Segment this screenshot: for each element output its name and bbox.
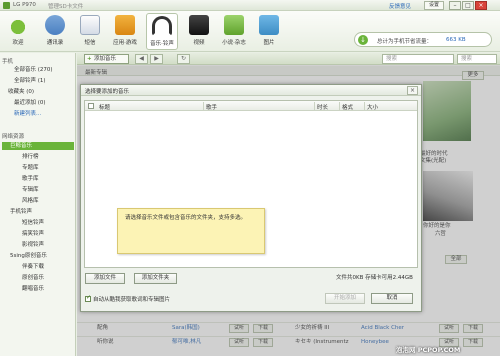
auto-lyrics-checkbox[interactable] <box>85 294 91 302</box>
app-logo-icon <box>3 2 10 9</box>
download-arrow-icon: ↓ <box>358 35 368 45</box>
traffic-value: 663 KB <box>446 37 466 43</box>
settings-button[interactable]: 设置 <box>424 1 444 10</box>
tab-welcome[interactable]: 欢迎 <box>4 13 32 50</box>
column-duration[interactable]: 时长 <box>317 103 328 111</box>
sidebar-section-online: 网络资源 <box>2 134 25 140</box>
picture-icon <box>259 15 279 35</box>
sms-icon <box>80 15 100 35</box>
tab-music[interactable]: 音乐·铃声 <box>146 13 178 50</box>
tab-apps[interactable]: 应用·游戏 <box>111 13 139 50</box>
window-subtitle-link[interactable]: 管理SD卡文件 <box>48 2 83 10</box>
column-size[interactable]: 大小 <box>367 103 378 111</box>
secondary-search-input[interactable]: 搜索 <box>457 54 497 64</box>
sidebar-item-charts[interactable]: 排行榜 <box>2 153 74 161</box>
column-title[interactable]: 标题 <box>99 103 110 111</box>
search-input[interactable]: 搜索 <box>382 54 454 64</box>
sidebar-item-5sing[interactable]: 5sing原创音乐 <box>2 252 74 260</box>
tab-label: 小说·杂志 <box>222 40 246 46</box>
storage-info: 文件共0KB 存储卡可用2.44GB <box>336 275 413 281</box>
plus-icon: + <box>87 56 92 62</box>
feedback-link[interactable]: 反馈意见 <box>389 2 411 10</box>
add-music-dialog: 选择要添加的音乐 × 标题 歌手 时长 格式 大小 添加文件 添加文件夹 文件共… <box>80 84 422 312</box>
add-folder-button[interactable]: 添加文件夹 <box>134 273 177 284</box>
sidebar-section-phone: 手机 <box>2 59 14 65</box>
dialog-title-bar: 选择要添加的音乐 × <box>81 85 421 96</box>
sidebar-item-sms-ringtones[interactable]: 短信铃声 <box>2 219 74 227</box>
video-icon <box>189 15 209 35</box>
start-add-button[interactable]: 开始添加 <box>325 293 365 304</box>
column-divider <box>339 102 340 110</box>
sidebar-item-recent[interactable]: 最近添加 (0) <box>2 99 74 107</box>
column-divider <box>314 102 315 110</box>
contacts-icon <box>45 15 65 35</box>
forward-button[interactable]: ▶ <box>150 54 163 64</box>
sidebar-item-original[interactable]: 原创音乐 <box>2 274 74 282</box>
sidebar-item-accompaniment[interactable]: 伴奏下载 <box>2 263 74 271</box>
tab-sms[interactable]: 短信 <box>76 13 104 50</box>
auto-lyrics-option[interactable]: 自动从酷我获取歌词和专辑图片 <box>85 294 171 303</box>
tab-label: 短信 <box>84 40 96 46</box>
sidebar-item-styles[interactable]: 风格库 <box>2 197 74 205</box>
watermark: 泡泡网 PCPOP.COM <box>396 346 461 354</box>
tab-label: 音乐·铃声 <box>150 41 174 47</box>
close-button[interactable]: × <box>475 1 487 10</box>
tab-label: 视频 <box>193 40 205 46</box>
sidebar-item-favorites[interactable]: 收藏夹 (0) <box>2 88 74 96</box>
auto-lyrics-label: 自动从酷我获取歌词和专辑图片 <box>93 297 171 303</box>
select-all-checkbox[interactable] <box>88 103 94 109</box>
sidebar-item-new-list[interactable]: 新建列表... <box>2 110 74 118</box>
cancel-button[interactable]: 取消 <box>371 293 413 304</box>
minimize-button[interactable]: – <box>449 1 461 10</box>
traffic-label: 总计为手机节省流量： <box>377 39 433 45</box>
maximize-button[interactable]: □ <box>462 1 474 10</box>
sidebar-item-funny-ringtones[interactable]: 搞笑铃声 <box>2 230 74 238</box>
tab-video[interactable]: 视频 <box>185 13 213 50</box>
column-format[interactable]: 格式 <box>342 103 353 111</box>
sidebar-item-singers[interactable]: 歌手库 <box>2 175 74 183</box>
apps-bag-icon <box>115 15 135 35</box>
sidebar-item-albums[interactable]: 专辑库 <box>2 186 74 194</box>
title-bar: LG P970 管理SD卡文件 反馈意见 设置 – □ × <box>0 0 500 11</box>
tab-label: 图片 <box>263 40 275 46</box>
sidebar-item-juujing[interactable]: 巨鲸音乐 <box>2 142 74 150</box>
main-toolbar: 欢迎 通讯录 短信 应用·游戏 音乐·铃声 视频 小说·杂志 图片 ↓ 总计为手… <box>0 11 500 52</box>
headphones-icon <box>152 16 172 36</box>
home-icon <box>8 15 28 35</box>
column-artist[interactable]: 歌手 <box>206 103 217 111</box>
sidebar-item-movie-ringtones[interactable]: 影视铃声 <box>2 241 74 249</box>
tab-novel[interactable]: 小说·杂志 <box>220 13 248 50</box>
dialog-title: 选择要添加的音乐 <box>85 89 130 95</box>
tab-label: 应用·游戏 <box>113 40 137 46</box>
sidebar-item-all-music[interactable]: 全部音乐 (270) <box>2 66 74 74</box>
add-music-label: 添加音乐 <box>94 56 117 62</box>
add-file-button[interactable]: 添加文件 <box>85 273 125 284</box>
file-list-header: 标题 歌手 时长 格式 大小 <box>85 101 417 111</box>
sidebar-item-covers[interactable]: 翻唱音乐 <box>2 285 74 293</box>
dialog-close-button[interactable]: × <box>407 86 418 95</box>
sidebar: 手机 全部音乐 (270) 全部铃声 (1) 收藏夹 (0) 最近添加 (0) … <box>0 53 76 356</box>
traffic-savings-panel: ↓ 总计为手机节省流量： 663 KB <box>354 32 492 47</box>
sidebar-item-topics[interactable]: 专题库 <box>2 164 74 172</box>
column-divider <box>364 102 365 110</box>
back-button[interactable]: ◀ <box>135 54 148 64</box>
tab-label: 欢迎 <box>12 40 24 46</box>
tab-pictures[interactable]: 图片 <box>255 13 283 50</box>
hint-tooltip: 请选择音乐文件或包含音乐的文件夹，支持多选。 <box>117 208 265 254</box>
music-toolbar: + 添加音乐 ◀ ▶ ↻ 搜索 搜索 <box>77 53 500 65</box>
sidebar-item-all-ringtones[interactable]: 全部铃声 (1) <box>2 77 74 85</box>
sidebar-item-phone-ringtones[interactable]: 手机铃声 <box>2 208 74 216</box>
book-icon <box>224 15 244 35</box>
window-title: LG P970 <box>13 2 36 8</box>
tab-label: 通讯录 <box>46 40 64 46</box>
add-music-button[interactable]: + 添加音乐 <box>84 54 129 64</box>
refresh-button[interactable]: ↻ <box>177 54 190 64</box>
tab-contacts[interactable]: 通讯录 <box>41 13 69 50</box>
column-divider <box>203 102 204 110</box>
